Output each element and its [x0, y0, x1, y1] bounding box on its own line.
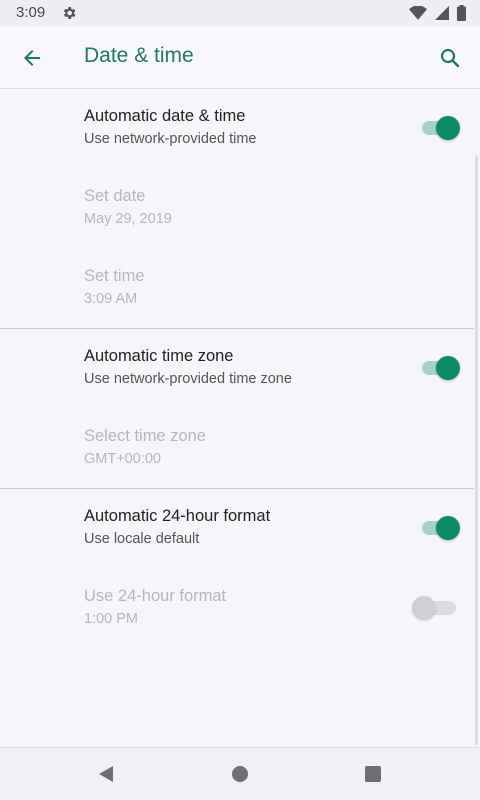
setting-automatic-date-time[interactable]: Automatic date & time Use network-provid…	[0, 89, 480, 169]
screen: 3:09 Date & time Automatic date & time U…	[0, 0, 480, 800]
signal-icon	[435, 6, 449, 20]
setting-subtitle: Use network-provided time	[84, 131, 257, 147]
setting-title: Select time zone	[84, 427, 206, 445]
status-time: 3:09	[16, 4, 46, 21]
setting-subtitle: May 29, 2019	[84, 211, 172, 227]
setting-automatic-time-zone[interactable]: Automatic time zone Use network-provided…	[0, 329, 480, 409]
setting-title: Use 24-hour format	[84, 587, 227, 605]
battery-icon	[457, 5, 466, 21]
toggle-thumb	[436, 116, 460, 140]
toggle-thumb	[436, 356, 460, 380]
home-circle-icon	[232, 766, 248, 782]
setting-set-time[interactable]: Set time 3:09 AM	[0, 249, 480, 329]
search-button[interactable]	[434, 42, 466, 74]
nav-back-button[interactable]	[94, 762, 118, 786]
back-triangle-icon	[99, 766, 113, 782]
setting-subtitle: 1:00 PM	[84, 611, 138, 627]
back-button[interactable]	[16, 42, 48, 74]
setting-title: Automatic date & time	[84, 107, 246, 125]
setting-set-date[interactable]: Set date May 29, 2019	[0, 169, 480, 249]
automatic-time-zone-toggle[interactable]	[422, 356, 460, 380]
status-icons	[409, 5, 466, 21]
setting-title: Set date	[84, 187, 146, 205]
setting-subtitle: Use network-provided time zone	[84, 371, 292, 387]
status-bar: 3:09	[0, 0, 480, 26]
setting-subtitle: GMT+00:00	[84, 451, 161, 467]
setting-subtitle: 3:09 AM	[84, 291, 138, 307]
setting-select-time-zone[interactable]: Select time zone GMT+00:00	[0, 409, 480, 489]
settings-list: Automatic date & time Use network-provid…	[0, 89, 480, 747]
setting-automatic-24-hour-format[interactable]: Automatic 24-hour format Use locale defa…	[0, 489, 480, 569]
use-24-hour-toggle[interactable]	[412, 596, 458, 620]
setting-use-24-hour-format[interactable]: Use 24-hour format 1:00 PM	[0, 569, 480, 649]
setting-title: Automatic 24-hour format	[84, 507, 271, 525]
toggle-thumb	[412, 596, 436, 620]
search-icon	[440, 48, 460, 68]
app-bar: Date & time	[0, 26, 480, 89]
arrow-back-icon	[24, 50, 40, 66]
setting-subtitle: Use locale default	[84, 531, 200, 547]
setting-title: Set time	[84, 267, 145, 285]
wifi-icon	[409, 6, 427, 20]
gear-icon	[63, 7, 76, 19]
nav-home-button[interactable]	[228, 762, 252, 786]
automatic-24-hour-toggle[interactable]	[422, 516, 460, 540]
recents-square-icon	[365, 766, 381, 782]
navigation-bar	[0, 747, 480, 800]
automatic-date-time-toggle[interactable]	[422, 116, 460, 140]
page-title: Date & time	[84, 44, 194, 67]
toggle-thumb	[436, 516, 460, 540]
nav-recents-button[interactable]	[361, 762, 385, 786]
setting-title: Automatic time zone	[84, 347, 234, 365]
